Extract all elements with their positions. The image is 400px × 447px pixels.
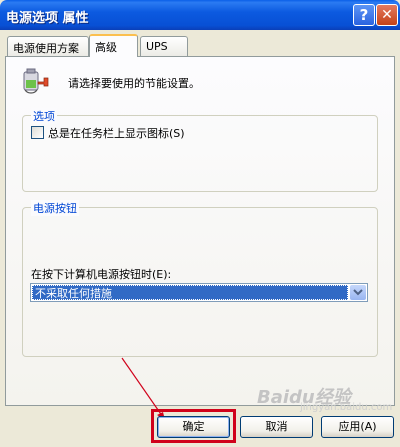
tab-advanced[interactable]: 高级 [89, 34, 138, 57]
tab-label: 电源使用方案 [13, 42, 79, 55]
power-options-window: 电源选项 属性 ? ✕ 电源使用方案 高级 UPS 请选择要使用的节能设置。 选… [0, 0, 400, 447]
show-icon-checkbox[interactable] [31, 126, 44, 139]
window-title: 电源选项 属性 [6, 11, 89, 26]
power-buttons-group: 电源按钮 [22, 200, 378, 357]
ok-button-highlight [151, 409, 236, 443]
tab-power-schemes[interactable]: 电源使用方案 [7, 36, 89, 56]
baidu-watermark-url: jingyan.baidu.com [300, 402, 393, 413]
tab-label: 高级 [95, 41, 117, 54]
close-button[interactable]: ✕ [376, 4, 398, 26]
power-buttons-group-title: 电源按钮 [31, 200, 79, 216]
power-plug-icon [23, 68, 49, 94]
title-bar[interactable]: 电源选项 属性 ? ✕ [0, 0, 400, 30]
dropdown-arrow-button[interactable] [350, 285, 366, 300]
apply-button[interactable]: 应用(A) [321, 416, 394, 438]
intro-text: 请选择要使用的节能设置。 [68, 77, 200, 90]
tab-label: UPS [146, 40, 168, 53]
cancel-button[interactable]: 取消 [240, 416, 313, 438]
tab-ups[interactable]: UPS [140, 36, 188, 56]
chevron-down-icon [353, 289, 363, 296]
power-button-action-label: 在按下计算机电源按钮时(E): [31, 268, 172, 281]
help-button[interactable]: ? [353, 4, 375, 26]
options-group-title: 选项 [31, 108, 57, 124]
power-button-action-value: 不采取任何措施 [32, 285, 348, 300]
show-icon-checkbox-label[interactable]: 总是在任务栏上显示图标(S) [48, 125, 185, 141]
power-button-action-select[interactable]: 不采取任何措施 [30, 283, 368, 302]
